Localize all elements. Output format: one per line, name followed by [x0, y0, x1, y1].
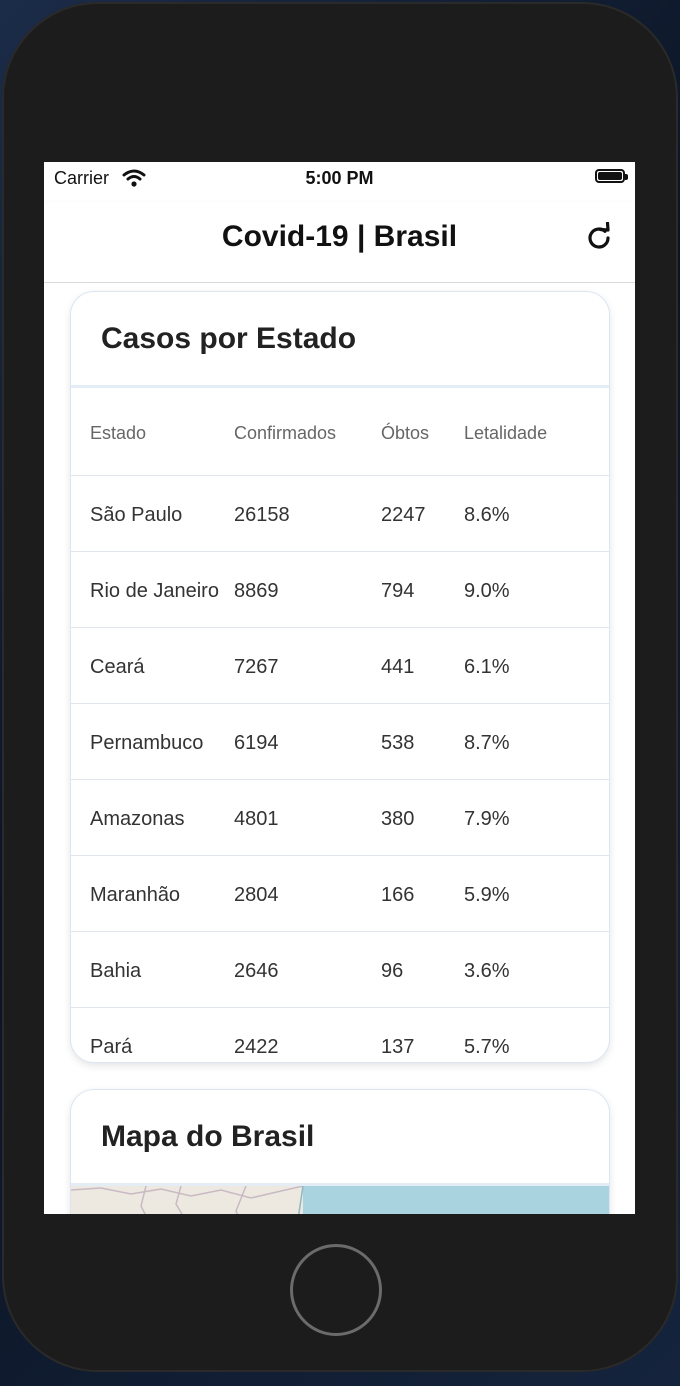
deaths-cell: 441 — [381, 656, 415, 678]
state-cell: Ceará — [90, 656, 145, 678]
table-row: Maranhão 2804 166 5.9% — [71, 856, 609, 932]
confirmed-cell: 2646 — [234, 960, 279, 982]
confirmed-cell: 7267 — [234, 656, 279, 678]
table-row: Ceará 7267 441 6.1% — [71, 628, 609, 704]
state-cell: Bahia — [90, 960, 142, 982]
lethality-cell: 8.7% — [464, 732, 510, 754]
cases-table: Estado Confirmados Óbtos Letalidade São … — [71, 388, 609, 1062]
lethality-cell: 9.0% — [464, 580, 510, 602]
deaths-cell: 166 — [381, 884, 415, 906]
confirmed-cell: 8869 — [234, 580, 279, 602]
table-header-row: Estado Confirmados Óbtos Letalidade — [71, 388, 609, 476]
lethality-cell: 5.7% — [464, 1036, 510, 1058]
confirmed-cell: 4801 — [234, 808, 279, 830]
confirmed-cell: 26158 — [234, 504, 290, 526]
confirmed-cell: 2804 — [234, 884, 279, 906]
refresh-icon[interactable] — [583, 221, 615, 254]
state-cell: Pará — [90, 1036, 133, 1058]
column-header-confirmed: Confirmados — [234, 423, 337, 443]
column-header-state: Estado — [90, 423, 147, 443]
column-header-deaths: Óbtos — [381, 423, 430, 443]
table-row: Pará 2422 137 5.7% — [71, 1008, 609, 1062]
state-cell: Rio de Janeiro — [90, 580, 219, 602]
scroll-content[interactable]: Casos por Estado Estado Confirmados Óbto… — [44, 283, 635, 1214]
status-bar: Carrier 5:00 PM — [44, 162, 635, 194]
card-header: Casos por Estado — [71, 292, 609, 388]
lethality-cell: 3.6% — [464, 960, 510, 982]
table-row: Bahia 2646 96 3.6% — [71, 932, 609, 1008]
confirmed-cell: 2422 — [234, 1036, 279, 1058]
card-header: Mapa do Brasil — [71, 1090, 609, 1186]
state-cell: Pernambuco — [90, 732, 204, 754]
card-title: Casos por Estado — [101, 322, 357, 355]
deaths-cell: 538 — [381, 732, 415, 754]
home-button[interactable] — [290, 1244, 382, 1336]
state-cell: Maranhão — [90, 884, 181, 906]
table-row: São Paulo 26158 2247 8.6% — [71, 476, 609, 552]
column-header-lethality: Letalidade — [464, 423, 548, 443]
cases-by-state-card: Casos por Estado Estado Confirmados Óbto… — [70, 291, 610, 1063]
deaths-cell: 2247 — [381, 504, 426, 526]
state-cell: Amazonas — [90, 808, 185, 830]
status-time: 5:00 PM — [305, 168, 374, 188]
app-screen: Carrier 5:00 PM Covid-19 | Brasil Casos … — [44, 162, 635, 1214]
lethality-cell: 8.6% — [464, 504, 510, 526]
page-title: Covid-19 | Brasil — [221, 220, 458, 253]
table-row: Pernambuco 6194 538 8.7% — [71, 704, 609, 780]
brazil-map[interactable] — [71, 1186, 609, 1214]
deaths-cell: 137 — [381, 1036, 415, 1058]
lethality-cell: 7.9% — [464, 808, 510, 830]
deaths-cell: 96 — [381, 960, 404, 982]
navigation-bar: Covid-19 | Brasil — [44, 202, 635, 283]
table-row: Amazonas 4801 380 7.9% — [71, 780, 609, 856]
table-row: Rio de Janeiro 8869 794 9.0% — [71, 552, 609, 628]
confirmed-cell: 6194 — [234, 732, 279, 754]
lethality-cell: 5.9% — [464, 884, 510, 906]
deaths-cell: 794 — [381, 580, 415, 602]
deaths-cell: 380 — [381, 808, 415, 830]
card-title: Mapa do Brasil — [101, 1120, 315, 1153]
lethality-cell: 6.1% — [464, 656, 510, 678]
state-cell: São Paulo — [90, 504, 183, 526]
battery-full-icon — [595, 169, 628, 183]
brazil-map-card: Mapa do Brasil — [70, 1089, 610, 1214]
